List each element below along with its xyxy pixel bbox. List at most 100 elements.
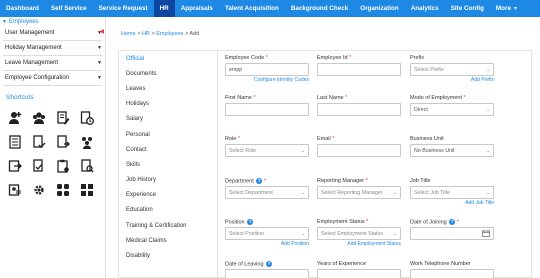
employee-id-input[interactable] xyxy=(317,63,401,76)
clock-document-icon[interactable] xyxy=(78,110,96,126)
reporting-manager-select[interactable]: Select Reporting Manager ⌄ xyxy=(317,186,401,199)
sidebar-item-employee-configuration[interactable]: Employee Configuration ▼ xyxy=(3,71,102,86)
nav-analytics[interactable]: Analytics xyxy=(405,0,445,17)
field-prefix: Prefix Select Prefix ⌄ Add Prefix xyxy=(410,55,494,83)
nav-dashboard[interactable]: Dashboard xyxy=(0,0,45,17)
group-user-icon[interactable] xyxy=(30,110,48,126)
employment-status-select[interactable]: Select Employment Status ⌄ xyxy=(317,227,401,240)
nav-more[interactable]: More ▼ xyxy=(490,0,524,17)
required-mark: * xyxy=(456,219,459,226)
field-label: Department ? * xyxy=(225,178,309,186)
breadcrumb-employees[interactable]: Employees xyxy=(156,31,183,37)
help-icon[interactable]: ? xyxy=(266,261,273,267)
label-text: Email xyxy=(317,136,331,142)
tab-education[interactable]: Education xyxy=(119,203,217,218)
nav-background-check[interactable]: Background Check xyxy=(285,0,354,17)
role-select[interactable]: Select Role ⌄ xyxy=(225,144,309,157)
employee-code-input[interactable]: empp xyxy=(225,63,309,76)
input-value: empp xyxy=(229,66,243,73)
calendar-icon[interactable] xyxy=(482,230,490,237)
years-of-experience-input[interactable] xyxy=(317,269,401,278)
required-mark: * xyxy=(349,55,352,61)
position-select[interactable]: Select Position ⌄ xyxy=(225,227,309,240)
add-job-title-link[interactable]: Add Job Title xyxy=(410,200,494,206)
job-title-select[interactable]: Select Job Title ⌄ xyxy=(410,186,494,199)
approve-document-icon[interactable] xyxy=(30,134,48,150)
user-settings-icon[interactable] xyxy=(6,182,24,198)
select-value: Direct xyxy=(414,106,428,113)
dashboard-icon[interactable] xyxy=(78,182,96,198)
list-document-icon[interactable] xyxy=(6,134,24,150)
help-icon[interactable]: ? xyxy=(256,178,263,184)
nav-hr[interactable]: HR xyxy=(153,0,175,17)
transfer-document-icon[interactable] xyxy=(6,158,24,174)
label-text: First Name xyxy=(225,95,252,101)
export-document-icon[interactable] xyxy=(54,134,72,150)
field-mode-of-employment: Mode of Employment * Direct ⌄ xyxy=(410,95,494,116)
field-label: Employment Status * xyxy=(317,219,401,227)
add-prefix-link[interactable]: Add Prefix xyxy=(410,77,494,83)
breadcrumb-hr[interactable]: HR xyxy=(142,31,150,37)
email-input[interactable] xyxy=(317,144,401,157)
nav-self-service[interactable]: Self Service xyxy=(45,0,93,17)
team-icon[interactable] xyxy=(78,134,96,150)
configure-identity-codes-link[interactable]: Configure Identity Codes xyxy=(225,77,309,83)
field-position: Position ? Select Position ⌄ Add Position xyxy=(225,219,309,247)
tab-skills[interactable]: Skills xyxy=(119,157,217,172)
add-employment-status-link[interactable]: Add Employment Status xyxy=(317,241,401,247)
help-icon[interactable]: ? xyxy=(449,219,456,225)
sidebar-item-holiday-management[interactable]: Holiday Management ▼ xyxy=(3,41,102,56)
tab-training-certification[interactable]: Training & Certification xyxy=(119,218,217,233)
help-icon[interactable]: ? xyxy=(247,219,254,225)
mode-of-employment-select[interactable]: Direct ⌄ xyxy=(410,103,494,116)
sidebar-item-leave-management[interactable]: Leave Management ▼ xyxy=(3,56,102,71)
required-mark: * xyxy=(463,95,466,101)
tab-disability[interactable]: Disability xyxy=(119,248,217,263)
breadcrumb-home[interactable]: Home xyxy=(121,31,136,37)
prefix-select[interactable]: Select Prefix ⌄ xyxy=(410,63,494,76)
tab-medical-claims[interactable]: Medical Claims xyxy=(119,233,217,248)
clipboard-icon[interactable] xyxy=(54,158,72,174)
settings-icon[interactable] xyxy=(30,182,48,198)
sidebar-section-employees[interactable]: ▼ Employees xyxy=(0,17,105,26)
tab-official[interactable]: Official xyxy=(119,51,217,66)
nav-organization[interactable]: Organization xyxy=(354,0,404,17)
tab-job-history[interactable]: Job History xyxy=(119,173,217,188)
field-label: Role * xyxy=(225,136,309,144)
tab-leaves[interactable]: Leaves xyxy=(119,81,217,96)
tab-personal[interactable]: Personal xyxy=(119,127,217,142)
add-position-link[interactable]: Add Position xyxy=(225,241,309,247)
department-select[interactable]: Select Department ⌄ xyxy=(225,186,309,199)
first-name-input[interactable] xyxy=(225,103,309,116)
breadcrumb-separator: > xyxy=(151,31,155,37)
label-text: Department xyxy=(225,178,254,185)
sidebar-item-label: Leave Management xyxy=(5,60,59,66)
chevron-down-icon: ⌄ xyxy=(486,66,490,72)
collapse-sidebar-icon[interactable]: ◀ xyxy=(99,28,104,35)
tab-experience[interactable]: Experience xyxy=(119,188,217,203)
tab-contact[interactable]: Contact xyxy=(119,142,217,157)
required-mark: * xyxy=(366,219,369,225)
nav-talent-acquisition[interactable]: Talent Acquisition xyxy=(219,0,285,17)
apps-icon[interactable] xyxy=(54,182,72,198)
nav-service-request[interactable]: Service Request xyxy=(93,0,154,17)
sidebar-item-label: Holiday Management xyxy=(5,45,62,51)
field-label: Last Name * xyxy=(317,95,401,103)
date-of-joining-input[interactable] xyxy=(410,227,494,240)
edit-profile-icon[interactable] xyxy=(30,158,48,174)
select-placeholder: Select Department xyxy=(229,189,273,196)
tab-salary[interactable]: Salary xyxy=(119,112,217,127)
business-unit-select[interactable]: No Business Unit ⌄ xyxy=(410,144,494,157)
tab-holidays[interactable]: Holidays xyxy=(119,97,217,112)
tab-documents[interactable]: Documents xyxy=(119,66,217,81)
work-telephone-input[interactable] xyxy=(410,269,494,278)
edit-document-icon[interactable] xyxy=(54,110,72,126)
last-name-input[interactable] xyxy=(317,103,401,116)
nav-appraisals[interactable]: Appraisals xyxy=(175,0,219,17)
add-user-icon[interactable] xyxy=(6,110,24,126)
user-search-icon[interactable] xyxy=(78,158,96,174)
field-label: Employee Code * xyxy=(225,55,309,63)
date-of-leaving-input[interactable] xyxy=(225,269,309,278)
sidebar-item-user-management[interactable]: User Management ▼ xyxy=(3,26,102,41)
nav-site-config[interactable]: Site Config xyxy=(445,0,490,17)
